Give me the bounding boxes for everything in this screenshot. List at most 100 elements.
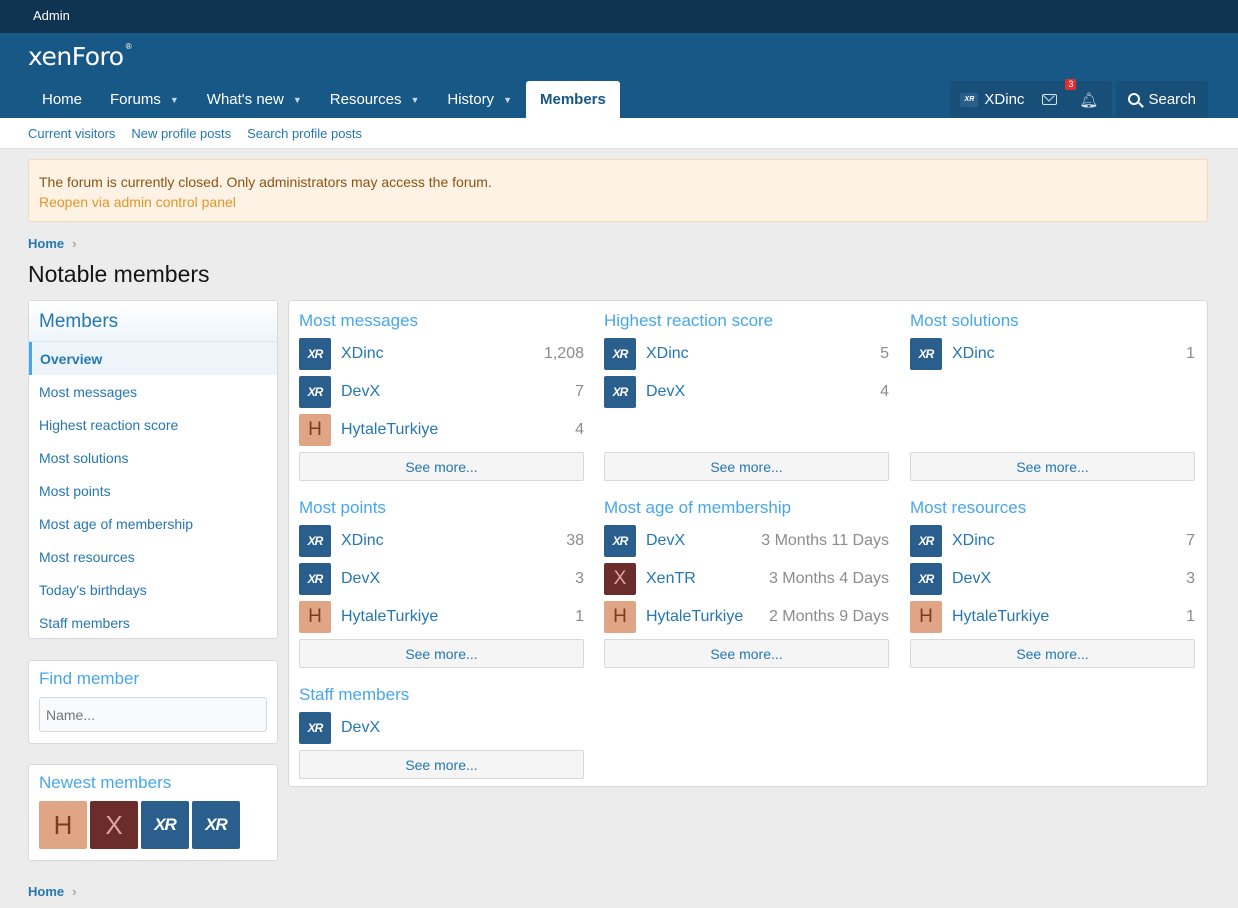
nav-tab-members[interactable]: Members: [525, 81, 620, 118]
see-more-button[interactable]: See more...: [299, 750, 584, 779]
site-logo[interactable]: xenForo®: [28, 42, 133, 71]
avatar-text: XR: [307, 347, 324, 361]
avatar-letter[interactable]: X: [90, 801, 138, 849]
avatar-xr-logo[interactable]: XR: [299, 563, 331, 595]
avatar-xr-logo[interactable]: XR: [604, 376, 636, 408]
member-row: H HytaleTurkiye 1: [910, 598, 1195, 636]
member-row: XR DevX: [299, 709, 584, 747]
avatar-xr-logo[interactable]: XR: [299, 525, 331, 557]
chevron-down-icon[interactable]: ▼: [503, 95, 512, 105]
avatar-xr-logo[interactable]: XR: [299, 338, 331, 370]
sidebar-item-most-age-of-membership[interactable]: Most age of membership: [29, 507, 277, 540]
sidebar-item-overview[interactable]: Overview: [29, 342, 277, 375]
avatar-letter[interactable]: H: [39, 801, 87, 849]
nav-tab-what-s-new[interactable]: What's new ▼: [193, 81, 316, 118]
avatar-letter[interactable]: X: [604, 563, 636, 595]
member-value: 1,208: [543, 345, 584, 362]
see-more-button[interactable]: See more...: [604, 452, 889, 481]
mail-icon[interactable]: [1042, 94, 1058, 105]
avatar-xr-logo[interactable]: XR: [604, 338, 636, 370]
sidebar-item-highest-reaction-score[interactable]: Highest reaction score: [29, 408, 277, 441]
account-menu[interactable]: XR XDinc 3 🔔︎: [950, 78, 1113, 118]
member-name[interactable]: HytaleTurkiye: [341, 608, 575, 626]
chevron-down-icon[interactable]: ▼: [170, 95, 179, 105]
member-name[interactable]: XDinc: [341, 345, 544, 363]
sidebar-item-most-resources[interactable]: Most resources: [29, 540, 277, 573]
breadcrumb-home[interactable]: Home: [28, 236, 64, 251]
member-name[interactable]: XDinc: [952, 532, 1186, 550]
avatar-xr-logo[interactable]: XR: [299, 376, 331, 408]
member-value: 3: [575, 570, 584, 587]
admin-link[interactable]: Admin: [33, 8, 70, 23]
sidebar-item-most-solutions[interactable]: Most solutions: [29, 441, 277, 474]
avatar-text: X: [105, 809, 123, 840]
avatar-letter[interactable]: H: [299, 414, 331, 446]
search-label: Search: [1148, 91, 1196, 108]
avatar-xr-logo[interactable]: XR: [910, 525, 942, 557]
member-name[interactable]: DevX: [646, 532, 761, 550]
see-more-button[interactable]: See more...: [910, 639, 1195, 668]
nav-tab-home[interactable]: Home: [28, 81, 96, 118]
sidebar-item-most-messages[interactable]: Most messages: [29, 375, 277, 408]
member-name[interactable]: DevX: [341, 383, 575, 401]
member-name[interactable]: DevX: [341, 719, 584, 737]
avatar-letter[interactable]: H: [299, 601, 331, 633]
nav-tab-history[interactable]: History ▼: [433, 81, 526, 118]
nav-tab-forums[interactable]: Forums ▼: [96, 81, 193, 118]
subnav-new-profile-posts[interactable]: New profile posts: [131, 126, 231, 141]
section-title[interactable]: Staff members: [299, 685, 584, 709]
section-title[interactable]: Most solutions: [910, 311, 1195, 335]
avatar-xr-logo[interactable]: XR: [910, 338, 942, 370]
bell-icon[interactable]: 3 🔔︎: [1065, 78, 1098, 109]
sidebar-item-most-points[interactable]: Most points: [29, 474, 277, 507]
section-title[interactable]: Highest reaction score: [604, 311, 889, 335]
see-more-button[interactable]: See more...: [910, 452, 1195, 481]
sidebar-item-today-s-birthdays[interactable]: Today's birthdays: [29, 573, 277, 606]
avatar-xr-logo[interactable]: XR: [299, 712, 331, 744]
see-more-button[interactable]: See more...: [299, 452, 584, 481]
sidebar-item-staff-members[interactable]: Staff members: [29, 606, 277, 639]
avatar-xr-logo[interactable]: XR: [604, 525, 636, 557]
member-name[interactable]: HytaleTurkiye: [952, 608, 1186, 626]
search-icon: [1128, 92, 1141, 105]
avatar-letter[interactable]: H: [910, 601, 942, 633]
member-name[interactable]: DevX: [341, 570, 575, 588]
logo-registered-mark: ®: [124, 42, 133, 51]
chevron-down-icon[interactable]: ▼: [410, 95, 419, 105]
subnav-search-profile-posts[interactable]: Search profile posts: [247, 126, 362, 141]
member-value: 1: [1186, 608, 1195, 625]
site-header: xenForo® Home Forums ▼ What's new ▼ Resources…: [0, 33, 1238, 118]
member-name[interactable]: DevX: [646, 383, 880, 401]
member-name[interactable]: XDinc: [952, 345, 1186, 363]
member-name[interactable]: HytaleTurkiye: [646, 608, 769, 626]
reopen-link[interactable]: Reopen via admin control panel: [39, 194, 236, 210]
avatar-xr-logo[interactable]: XR: [192, 801, 240, 849]
member-name[interactable]: HytaleTurkiye: [341, 421, 575, 439]
see-more-button[interactable]: See more...: [604, 639, 889, 668]
subnav-current-visitors[interactable]: Current visitors: [28, 126, 115, 141]
find-member-input[interactable]: [39, 697, 267, 732]
chevron-down-icon[interactable]: ▼: [293, 95, 302, 105]
avatar-xr-logo[interactable]: XR: [910, 563, 942, 595]
section-title[interactable]: Most resources: [910, 498, 1195, 522]
search-button[interactable]: Search: [1116, 81, 1208, 118]
nav-tab-resources[interactable]: Resources ▼: [316, 81, 434, 118]
avatar-text: H: [308, 419, 322, 440]
newest-members-block: Newest members H X XR XR: [28, 764, 278, 861]
member-name[interactable]: XenTR: [646, 570, 769, 588]
breadcrumb-home-bottom[interactable]: Home: [28, 884, 64, 899]
member-value: 1: [575, 608, 584, 625]
avatar-text: XR: [307, 534, 324, 548]
section-most-solutions: Most solutions XR XDinc 1 See more...: [910, 311, 1195, 481]
section-title[interactable]: Most age of membership: [604, 498, 889, 522]
avatar-xr-logo[interactable]: XR: [141, 801, 189, 849]
member-name[interactable]: DevX: [952, 570, 1186, 588]
section-title[interactable]: Most messages: [299, 311, 584, 335]
avatar-text: XR: [307, 385, 324, 399]
avatar-letter[interactable]: H: [604, 601, 636, 633]
section-title[interactable]: Most points: [299, 498, 584, 522]
member-value: 38: [566, 532, 584, 549]
member-name[interactable]: XDinc: [646, 345, 880, 363]
member-name[interactable]: XDinc: [341, 532, 566, 550]
see-more-button[interactable]: See more...: [299, 639, 584, 668]
